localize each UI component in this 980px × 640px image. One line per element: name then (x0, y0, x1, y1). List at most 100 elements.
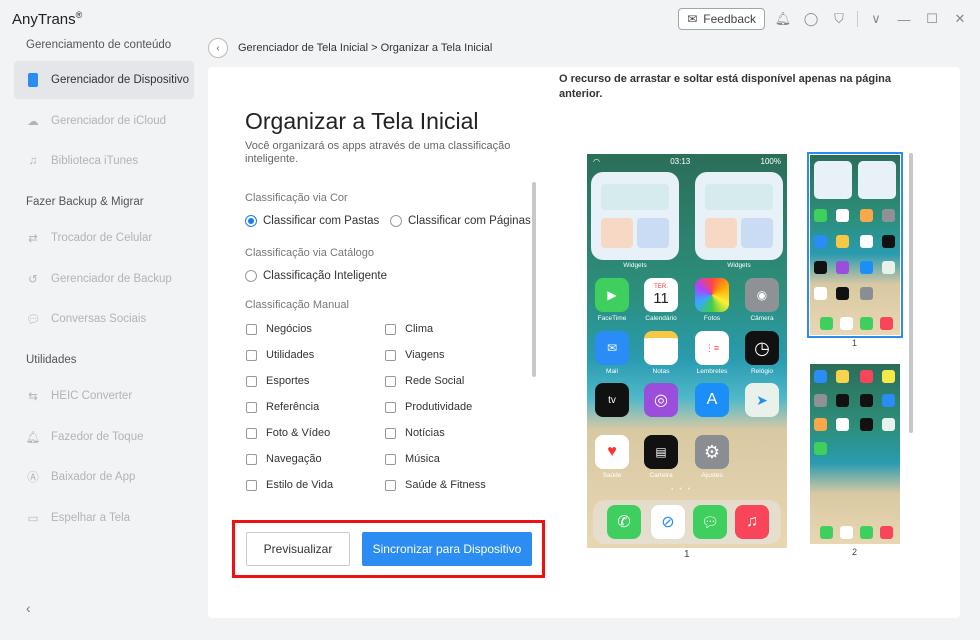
camera-icon[interactable]: ◉ (745, 278, 779, 312)
page-thumbnail-2[interactable] (810, 364, 900, 544)
sidebar-item-screen-mirror[interactable]: ▭ Espelhar a Tela (14, 499, 194, 537)
bell-icon: 🔔︎ (25, 432, 41, 444)
thumbnail-page-number: 2 (852, 547, 858, 557)
checkbox-weather[interactable]: Clima (385, 323, 433, 335)
title-bar: AnyTrans® ✉ Feedback 🔔︎ ◯ ⛉ ∨ — ☐ ✕ (0, 0, 980, 36)
widget-label: Widgets (727, 262, 751, 269)
clock-icon[interactable]: ◷ (745, 331, 779, 365)
thumbnail-scrollbar[interactable] (909, 153, 913, 433)
podcasts-icon[interactable]: ◎ (644, 383, 678, 417)
page-dots: • • • (671, 486, 693, 493)
checkbox-sports[interactable]: Esportes (246, 375, 309, 387)
phone-call-icon[interactable]: ✆ (607, 505, 641, 539)
checkbox-photo-video[interactable]: Foto & Vídeo (246, 427, 330, 439)
mail-icon: ✉ (687, 12, 698, 26)
color-group-label: Classificação via Cor (245, 192, 348, 204)
notes-icon[interactable] (644, 331, 678, 365)
apple-tv-icon[interactable]: tv (595, 383, 629, 417)
shirt-icon[interactable]: ⛉ (829, 9, 849, 29)
maximize-icon[interactable]: ☐ (922, 9, 942, 29)
history-icon: ↺ (28, 274, 38, 286)
checkbox-productivity[interactable]: Produtividade (385, 401, 472, 413)
cloud-icon: ☁ (27, 116, 39, 128)
minimize-icon[interactable]: — (894, 9, 914, 29)
checkbox-social[interactable]: Rede Social (385, 375, 464, 387)
user-icon[interactable]: ◯ (801, 9, 821, 29)
sidebar-item-social-chats[interactable]: 💬︎ Conversas Sociais (14, 300, 194, 338)
collapse-sidebar-icon[interactable]: ‹ (26, 600, 31, 616)
sidebar-item-phone-switcher[interactable]: ⇄ Trocador de Celular (14, 219, 194, 257)
widget-tile[interactable] (591, 172, 679, 260)
mirror-icon: ▭ (27, 513, 39, 525)
sidebar-item-device-manager[interactable]: Gerenciador de Dispositivo (14, 61, 194, 99)
back-button[interactable]: ‹ (208, 38, 228, 58)
sidebar-item-itunes[interactable]: ♫ Biblioteca iTunes (14, 142, 194, 180)
drag-note: O recurso de arrastar e soltar está disp… (559, 73, 891, 100)
music-icon[interactable]: ♫ (735, 505, 769, 539)
widget-tile[interactable] (695, 172, 783, 260)
sidebar-section-utilities: Utilidades (26, 354, 77, 366)
phone-preview: ◠ 03:13 100% Widgets Widgets ▶ TER. 11 ◉ … (587, 154, 787, 548)
checkbox-reference[interactable]: Referência (246, 401, 319, 413)
preview-button[interactable]: Previsualizar (246, 532, 350, 566)
close-icon[interactable]: ✕ (950, 9, 970, 29)
phone-page-number: 1 (684, 549, 690, 560)
checkbox-utilities[interactable]: Utilidades (246, 349, 314, 361)
page-description: Você organizará os apps através de uma c… (245, 140, 511, 165)
page-thumbnail-1[interactable] (807, 152, 903, 338)
sidebar-item-backup-manager[interactable]: ↺ Gerenciador de Backup (14, 260, 194, 298)
radio-smart-sort[interactable]: Classificação Inteligente (245, 270, 387, 282)
music-icon: ♫ (28, 155, 38, 167)
checkbox-music[interactable]: Música (385, 453, 440, 465)
radio-unselected (390, 215, 402, 227)
checkbox-news[interactable]: Notícias (385, 427, 445, 439)
phone-icon (24, 71, 42, 89)
app-store-icon: Ⓐ (27, 472, 39, 484)
checkbox-travel[interactable]: Viagens (385, 349, 445, 361)
checkbox-business[interactable]: Negócios (246, 323, 312, 335)
health-icon[interactable]: ♥ (595, 435, 629, 469)
switch-icon: ⇄ (28, 233, 38, 245)
sidebar-item-heic-converter[interactable]: ⇆ HEIC Converter (14, 377, 194, 415)
options-scrollbar[interactable] (532, 182, 536, 377)
thumbnail-page-number: 1 (852, 338, 858, 348)
sidebar-item-icloud[interactable]: ☁ Gerenciador de iCloud (14, 102, 194, 140)
sidebar-item-app-downloader[interactable]: Ⓐ Baixador de App (14, 458, 194, 496)
facetime-icon[interactable]: ▶ (595, 278, 629, 312)
sync-to-device-button[interactable]: Sincronizar para Dispositivo (362, 532, 532, 566)
sidebar-section-backup: Fazer Backup & Migrar (26, 196, 144, 208)
checkbox-health[interactable]: Saúde & Fitness (385, 479, 486, 491)
feedback-button[interactable]: ✉ Feedback (678, 8, 765, 30)
phone-status-bar: ◠ 03:13 100% (593, 156, 781, 166)
sidebar-section-content: Gerenciamento de conteúdo (26, 39, 172, 51)
app-title: AnyTrans® (12, 10, 83, 28)
breadcrumb: ‹ Gerenciador de Tela Inicial > Organiza… (208, 38, 492, 58)
radio-selected (245, 215, 257, 227)
mail-icon[interactable]: ✉ (595, 331, 629, 365)
radio-sort-pages[interactable]: Classificar com Páginas (390, 215, 531, 227)
chat-icon: 💬︎ (25, 314, 41, 326)
wallet-icon[interactable]: ▤ (644, 435, 678, 469)
heic-icon: ⇆ (28, 391, 38, 403)
checkbox-navigation[interactable]: Navegação (246, 453, 322, 465)
bell-icon[interactable]: 🔔︎ (773, 9, 793, 29)
photos-icon[interactable] (695, 278, 729, 312)
maps-icon[interactable]: ➤ (745, 383, 779, 417)
catalog-group-label: Classificação via Catálogo (245, 247, 375, 259)
page-title: Organizar a Tela Inicial (245, 108, 479, 134)
chevron-down-icon[interactable]: ∨ (866, 9, 886, 29)
calendar-icon[interactable]: TER. 11 (644, 278, 678, 312)
settings-icon[interactable]: ⚙ (695, 435, 729, 469)
radio-unselected (245, 270, 257, 282)
safari-icon[interactable]: ⊘ (651, 505, 685, 539)
radio-sort-folders[interactable]: Classificar com Pastas (245, 215, 379, 227)
messages-icon[interactable]: 💬︎ (693, 505, 727, 539)
sidebar-item-ringtone-maker[interactable]: 🔔︎ Fazedor de Toque (14, 418, 194, 456)
widget-label: Widgets (623, 262, 647, 269)
manual-group-label: Classificação Manual (245, 299, 349, 311)
checkbox-lifestyle[interactable]: Estilo de Vida (246, 479, 333, 491)
reminders-icon[interactable]: ⋮≡ (695, 331, 729, 365)
divider (857, 11, 858, 27)
app-store-icon[interactable]: A (695, 383, 729, 417)
sidebar: Gerenciamento de conteúdo Gerenciador de… (0, 36, 205, 640)
